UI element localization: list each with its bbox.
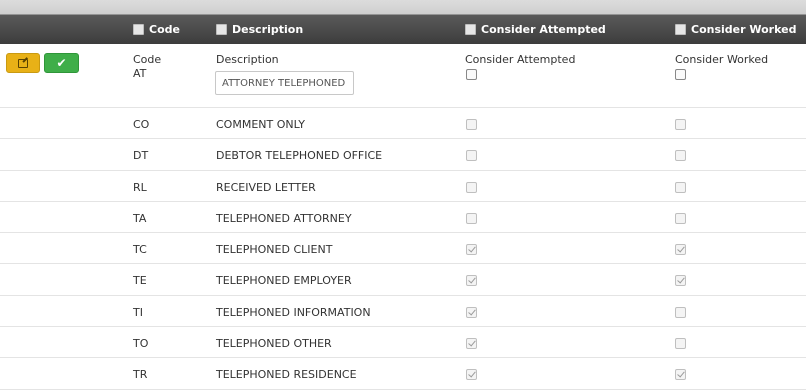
header-description[interactable]: Description: [216, 15, 303, 44]
checkmark-icon: ✔: [56, 56, 67, 70]
row-worked-checkbox: [675, 338, 686, 350]
edit-code-label: Code: [133, 53, 162, 66]
header-consider-worked-checkbox[interactable]: [675, 24, 686, 35]
header-consider-attempted-checkbox[interactable]: [465, 24, 476, 35]
edit-icon: [18, 58, 28, 68]
row-worked-checkbox: [675, 181, 686, 193]
row-attempted-checkbox: [466, 244, 477, 256]
edit-worked-checkbox[interactable]: [675, 69, 686, 80]
row-code: RL: [133, 180, 147, 194]
header-code-checkbox[interactable]: [133, 24, 144, 35]
row-description: TELEPHONED OTHER: [216, 337, 332, 351]
table-row[interactable]: TA TELEPHONED ATTORNEY: [0, 202, 806, 234]
row-attempted-checkbox: [466, 212, 477, 224]
edit-attempted-checkbox[interactable]: [466, 69, 477, 80]
description-input[interactable]: [215, 71, 354, 95]
row-attempted-checkbox: [466, 338, 477, 350]
header-consider-attempted[interactable]: Consider Attempted: [465, 15, 606, 44]
table-row[interactable]: DT DEBTOR TELEPHONED OFFICE: [0, 139, 806, 171]
row-code: DT: [133, 149, 149, 163]
edit-attempted-label: Consider Attempted: [465, 53, 576, 66]
row-code: TA: [133, 211, 147, 225]
row-code: TO: [133, 337, 149, 351]
row-worked-checkbox: [675, 275, 686, 287]
row-description: TELEPHONED ATTORNEY: [216, 211, 352, 225]
table-row[interactable]: TC TELEPHONED CLIENT: [0, 233, 806, 265]
grid-header: Code Description Consider Attempted Cons…: [0, 0, 806, 44]
row-code: TI: [133, 305, 143, 319]
row-worked-checkbox: [675, 244, 686, 256]
row-description: TELEPHONED EMPLOYER: [216, 274, 352, 288]
row-description: TELEPHONED CLIENT: [216, 243, 333, 257]
row-description: TELEPHONED INFORMATION: [216, 305, 371, 319]
row-worked-checkbox: [675, 212, 686, 224]
edit-button[interactable]: [6, 53, 40, 73]
edit-description-label: Description: [216, 53, 279, 66]
header-code[interactable]: Code: [133, 15, 180, 44]
row-description: RECEIVED LETTER: [216, 180, 316, 194]
header-consider-worked[interactable]: Consider Worked: [675, 15, 796, 44]
row-attempted-checkbox: [466, 119, 477, 130]
edit-code-value: AT: [133, 67, 147, 80]
row-attempted-checkbox: [466, 150, 477, 162]
grid-body: CO COMMENT ONLY DT DEBTOR TELEPHONED OFFICE…: [0, 108, 806, 390]
row-code: TC: [133, 243, 147, 257]
row-description: TELEPHONED RESIDENCE: [216, 368, 357, 382]
codes-grid: Code Description Consider Attempted Cons…: [0, 0, 806, 390]
table-row[interactable]: CO COMMENT ONLY: [0, 108, 806, 140]
save-button[interactable]: ✔: [44, 53, 79, 73]
row-attempted-checkbox: [466, 306, 477, 318]
row-worked-checkbox: [675, 369, 686, 381]
table-row[interactable]: TI TELEPHONED INFORMATION: [0, 296, 806, 328]
edit-worked-label: Consider Worked: [675, 53, 769, 66]
row-attempted-checkbox: [466, 275, 477, 287]
header-description-label: Description: [232, 23, 304, 36]
row-code: TE: [133, 274, 147, 288]
header-description-checkbox[interactable]: [216, 24, 227, 35]
row-worked-checkbox: [675, 150, 686, 162]
table-row[interactable]: RL RECEIVED LETTER: [0, 171, 806, 202]
header-consider-worked-label: Consider Worked: [691, 23, 797, 36]
row-description: DEBTOR TELEPHONED OFFICE: [216, 149, 383, 163]
table-row[interactable]: TO TELEPHONED OTHER: [0, 327, 806, 359]
row-attempted-checkbox: [466, 369, 477, 381]
row-worked-checkbox: [675, 119, 686, 130]
table-row[interactable]: TE TELEPHONED EMPLOYER: [0, 264, 806, 296]
edit-row: ✔ Code AT Description Consider Attempted…: [0, 44, 806, 108]
header-consider-attempted-label: Consider Attempted: [481, 23, 606, 36]
row-code: CO: [133, 118, 150, 131]
row-attempted-checkbox: [466, 181, 477, 193]
row-worked-checkbox: [675, 306, 686, 318]
table-row[interactable]: TR TELEPHONED RESIDENCE: [0, 358, 806, 390]
row-code: TR: [133, 368, 148, 382]
header-code-label: Code: [149, 23, 180, 36]
row-description: COMMENT ONLY: [216, 118, 305, 131]
